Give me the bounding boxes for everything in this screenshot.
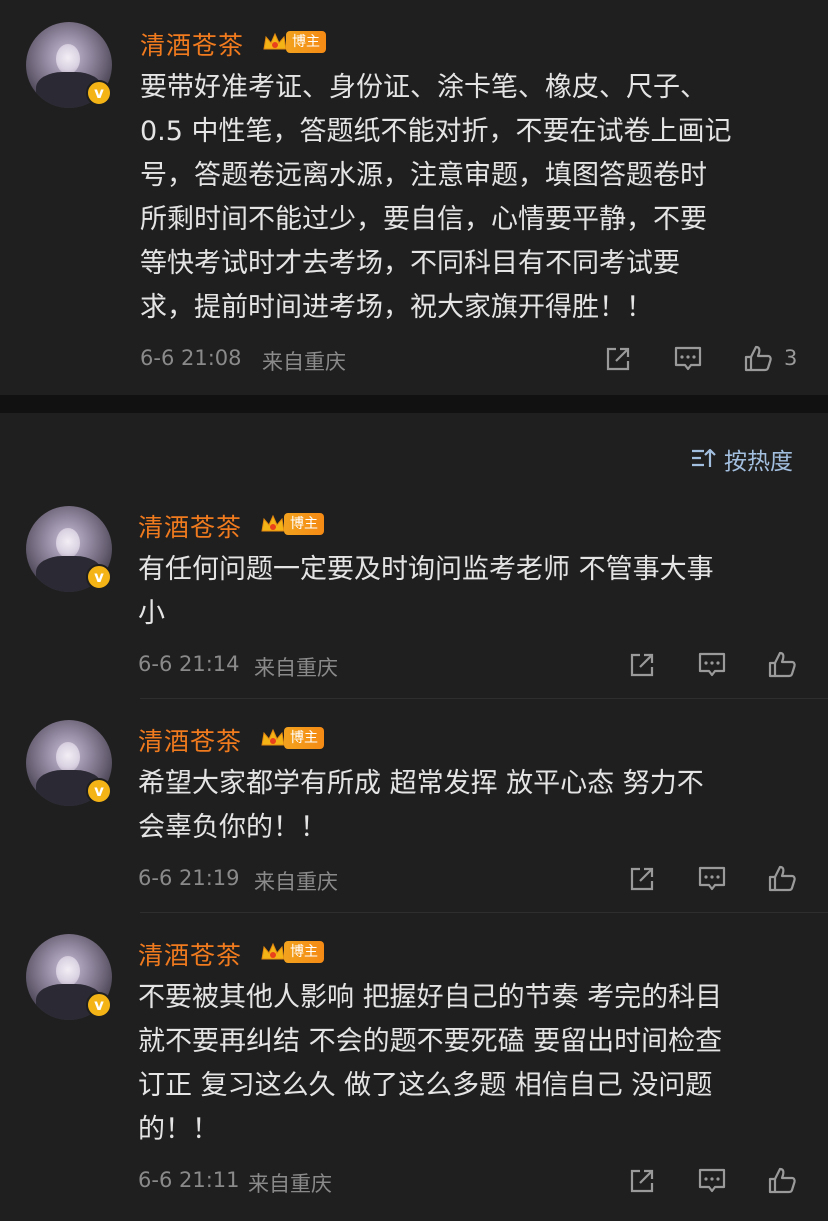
comment-location: 来自重庆 — [248, 1172, 332, 1196]
comment-location: 来自重庆 — [254, 870, 338, 894]
post-text-line: 等快考试时才去考场，不同科目有不同考试要 — [140, 248, 680, 279]
comment-icon[interactable] — [697, 650, 727, 680]
sort-by-hot-button[interactable]: 按热度 — [690, 442, 798, 475]
share-icon[interactable] — [627, 864, 657, 894]
post-location: 来自重庆 — [262, 350, 346, 374]
blogger-tag: 博主 — [284, 513, 324, 535]
thumbs-up-icon[interactable] — [767, 864, 797, 894]
username[interactable]: 清酒苍茶 — [138, 508, 242, 544]
thumbs-up-icon[interactable] — [743, 344, 773, 374]
share-icon[interactable] — [627, 1166, 657, 1196]
comment-text-line: 就不要再纠结 不会的题不要死磕 要留出时间检查 — [138, 1026, 723, 1057]
comment-time: 6-6 21:11 — [138, 1168, 240, 1192]
verified-badge-icon: v — [86, 80, 112, 106]
comment-text-line: 小 — [138, 598, 165, 629]
comment-icon[interactable] — [697, 864, 727, 894]
post-text-line: 求，提前时间进考场，祝大家旗开得胜！！ — [140, 292, 653, 323]
post-text-line: 所剩时间不能过少，要自信，心情要平静，不要 — [140, 204, 707, 235]
comment-time: 6-6 21:19 — [138, 866, 240, 890]
username[interactable]: 清酒苍茶 — [140, 26, 244, 62]
comment-text-line: 希望大家都学有所成 超常发挥 放平心态 努力不 — [138, 768, 704, 799]
post-time: 6-6 21:08 — [140, 346, 242, 370]
comment-text-line: 的！！ — [138, 1114, 219, 1145]
crown-icon — [263, 32, 287, 50]
comment-text-line: 有任何问题一定要及时询问监考老师 不管事大事 — [138, 554, 714, 585]
comment-icon[interactable] — [673, 344, 703, 374]
comment-location: 来自重庆 — [254, 656, 338, 680]
avatar-face — [56, 742, 80, 772]
crown-icon — [261, 942, 285, 960]
blogger-tag: 博主 — [284, 941, 324, 963]
comment-item: v 清酒苍茶 博主 不要被其他人影响 把握好自己的节奏 考完的科目 就不要再纠结… — [0, 928, 828, 1218]
post-text-line: 号，答题卷远离水源，注意审题，填图答题卷时 — [140, 160, 707, 191]
post: v 清酒苍茶 博主 要带好准考证、身份证、涂卡笔、橡皮、尺子、 0.5 中性笔，… — [0, 0, 828, 395]
sort-label: 按热度 — [724, 449, 793, 475]
comment-divider — [140, 912, 828, 913]
verified-badge-icon: v — [86, 992, 112, 1018]
comment-text-line: 不要被其他人影响 把握好自己的节奏 考完的科目 — [138, 982, 723, 1013]
comment-icon[interactable] — [697, 1166, 727, 1196]
avatar-face — [56, 44, 80, 74]
crown-icon — [261, 728, 285, 746]
verified-badge-icon: v — [86, 564, 112, 590]
comment-text-line: 订正 复习这么久 做了这么多题 相信自己 没问题 — [138, 1070, 713, 1101]
weibo-comment-thread: v 清酒苍茶 博主 要带好准考证、身份证、涂卡笔、橡皮、尺子、 0.5 中性笔，… — [0, 0, 828, 1221]
post-text-line: 要带好准考证、身份证、涂卡笔、橡皮、尺子、 — [140, 72, 707, 103]
crown-icon — [261, 514, 285, 532]
username[interactable]: 清酒苍茶 — [138, 722, 242, 758]
comment-text-line: 会辜负你的！！ — [138, 812, 327, 843]
username[interactable]: 清酒苍茶 — [138, 936, 242, 972]
verified-badge-icon: v — [86, 778, 112, 804]
share-icon[interactable] — [603, 344, 633, 374]
section-divider — [0, 395, 828, 413]
avatar-face — [56, 528, 80, 558]
sort-icon — [692, 448, 716, 467]
avatar-face — [56, 956, 80, 986]
comment-item: v 清酒苍茶 博主 有任何问题一定要及时询问监考老师 不管事大事 小 6-6 2… — [0, 500, 828, 698]
post-text-line: 0.5 中性笔，答题纸不能对折，不要在试卷上画记 — [140, 116, 732, 147]
thumbs-up-icon[interactable] — [767, 650, 797, 680]
comment-time: 6-6 21:14 — [138, 652, 240, 676]
share-icon[interactable] — [627, 650, 657, 680]
blogger-tag: 博主 — [284, 727, 324, 749]
thumbs-up-icon[interactable] — [767, 1166, 797, 1196]
comment-item: v 清酒苍茶 博主 希望大家都学有所成 超常发挥 放平心态 努力不 会辜负你的！… — [0, 714, 828, 912]
comment-divider — [140, 698, 828, 699]
like-count: 3 — [784, 346, 798, 370]
blogger-tag: 博主 — [286, 31, 326, 53]
